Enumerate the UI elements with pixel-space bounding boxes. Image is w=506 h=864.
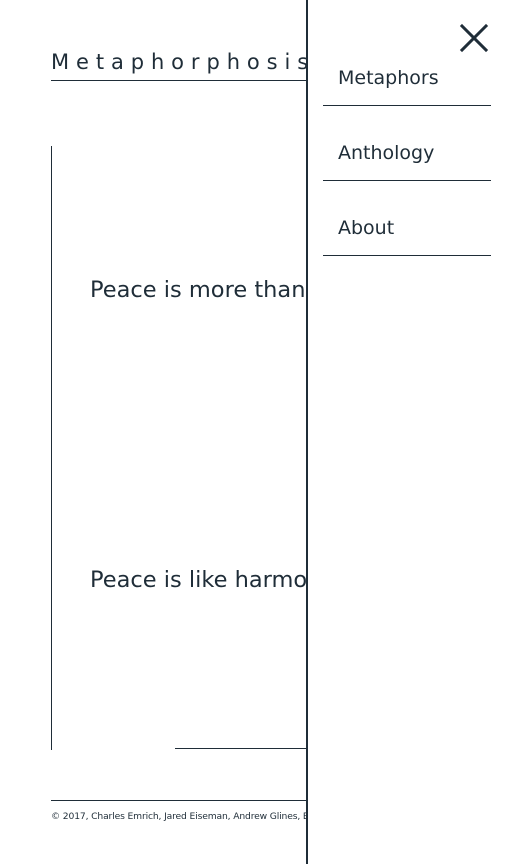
nav-panel: Metaphors Anthology About: [306, 0, 506, 864]
header-divider: [51, 80, 311, 81]
nav-item-anthology: Anthology: [323, 106, 491, 181]
nav-item-about: About: [323, 181, 491, 256]
content-bottom-rule: [175, 748, 315, 749]
nav-item-metaphors: Metaphors: [323, 31, 491, 106]
site-title[interactable]: Metaphorphosis: [51, 50, 315, 74]
content-vertical-rule: [51, 146, 52, 750]
metaphor-text: Peace is like harmon: [90, 567, 322, 593]
nav-link-anthology[interactable]: Anthology: [338, 142, 434, 164]
nav-link-metaphors[interactable]: Metaphors: [338, 67, 439, 89]
footer-copyright: © 2017, Charles Emrich, Jared Eiseman, A…: [51, 811, 316, 822]
nav-link-about[interactable]: About: [338, 217, 394, 239]
footer-divider: [51, 800, 311, 801]
metaphor-text: Peace is more than c: [90, 277, 325, 303]
